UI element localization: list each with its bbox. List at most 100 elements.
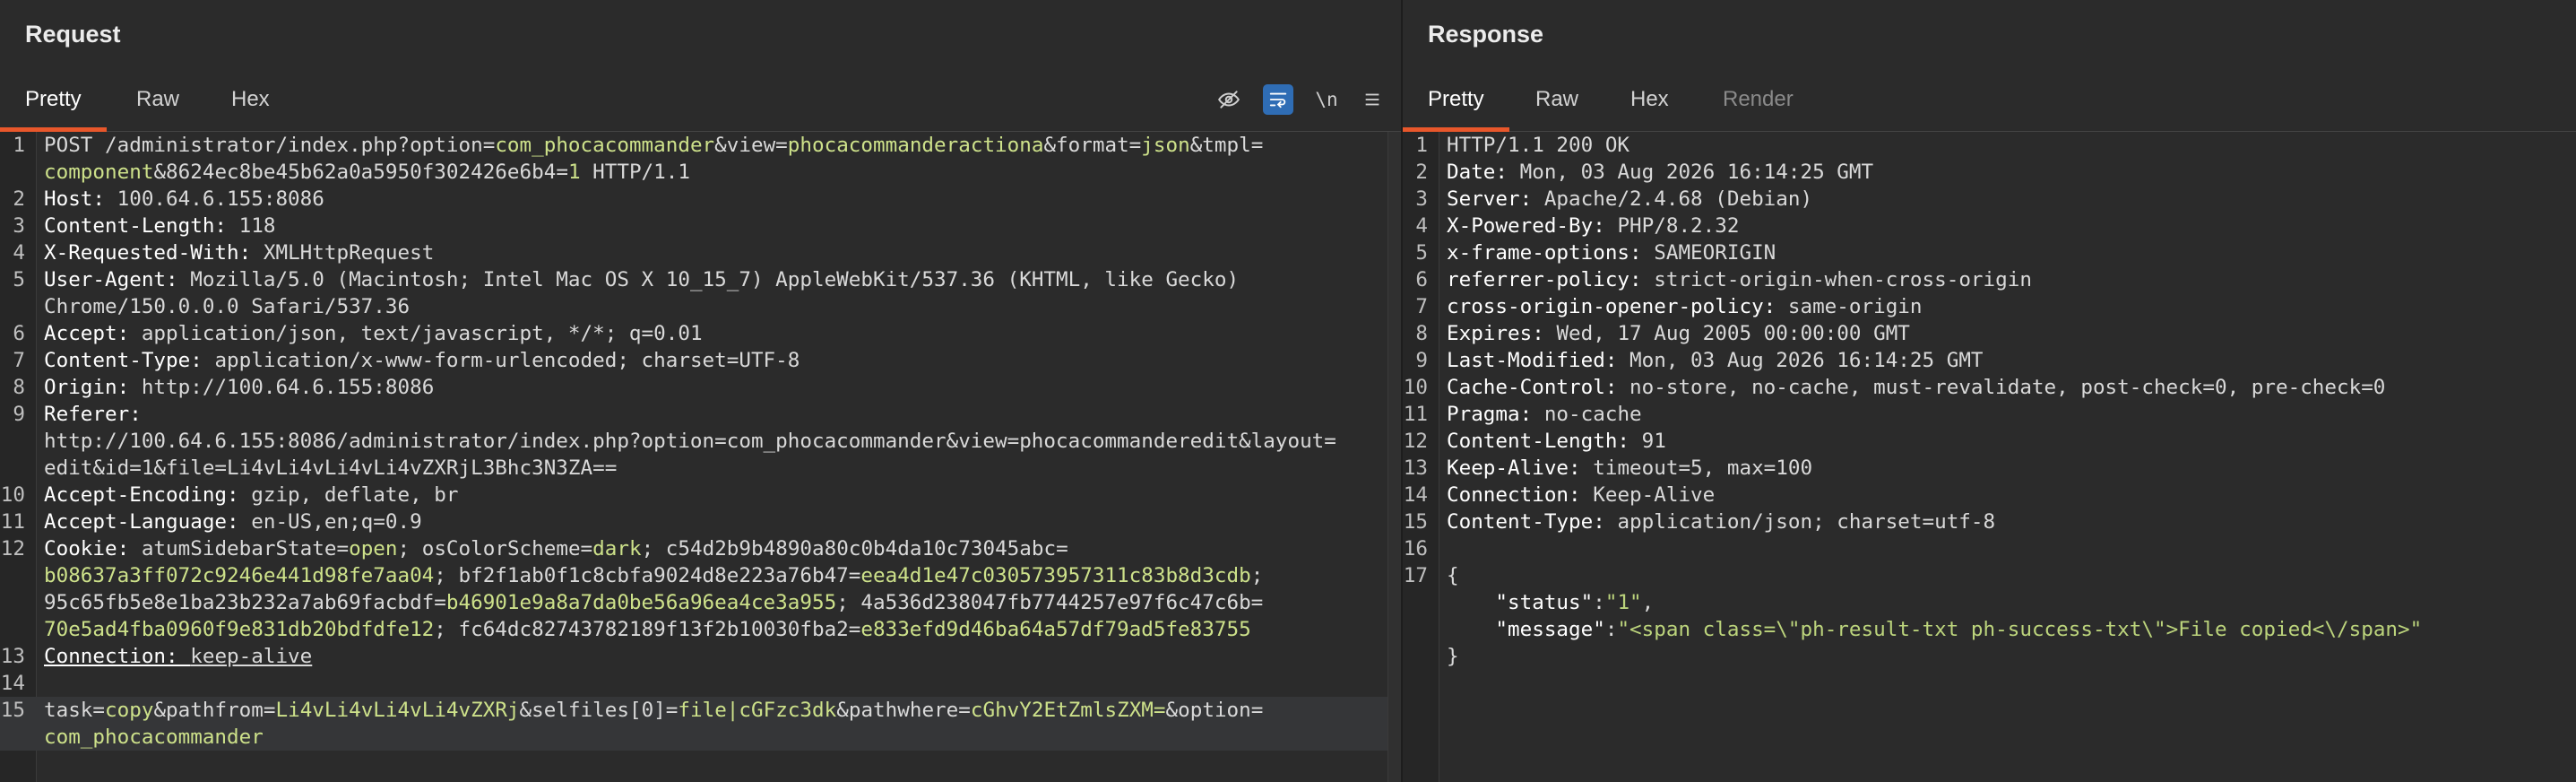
request-line: edit&id=1&file=Li4vLi4vLi4vLi4vZXRjL3Bhc…: [0, 455, 1401, 482]
request-line: 4 X-Requested-With: XMLHttpRequest: [0, 239, 1401, 266]
line-number: 1: [1415, 134, 1428, 157]
line-text: Cookie: atumSidebarState=open; osColorSc…: [44, 537, 1068, 560]
show-newlines-button[interactable]: \n: [1311, 84, 1342, 115]
line-number: 12: [0, 537, 25, 560]
line-text: Last-Modified: Mon, 03 Aug 2026 16:14:25…: [1447, 349, 1984, 372]
request-pane: Request Pretty Raw Hex \n 1 POST /admini…: [0, 0, 1401, 782]
tab-response-raw[interactable]: Raw: [1535, 66, 1578, 131]
line-number: 4: [1415, 214, 1428, 238]
response-line: 13 Keep-Alive: timeout=5, max=100: [1403, 455, 2576, 482]
line-number: 10: [0, 483, 25, 507]
line-text: X-Requested-With: XMLHttpRequest: [44, 241, 435, 265]
request-line: 12 Cookie: atumSidebarState=open; osColor…: [0, 535, 1401, 562]
line-number: 2: [1415, 161, 1428, 184]
line-number: 14: [1403, 483, 1428, 507]
wrap-icon: [1269, 92, 1287, 109]
response-line: 3 Server: Apache/2.4.68 (Debian): [1403, 186, 2576, 213]
response-line: 1 HTTP/1.1 200 OK: [1403, 132, 2576, 159]
wrap-lines-button[interactable]: [1263, 84, 1293, 115]
line-text: HTTP/1.1 200 OK: [1447, 134, 1630, 157]
line-text: referrer-policy: strict-origin-when-cros…: [1447, 268, 2032, 291]
line-number: 11: [1403, 403, 1428, 426]
line-number: 2: [13, 187, 25, 211]
line-text: 95c65fb5e8e1ba23b232a7ab69facbdf=b46901e…: [44, 591, 1264, 614]
request-line: 14: [0, 670, 1401, 697]
response-line: 4 X-Powered-By: PHP/8.2.32: [1403, 213, 2576, 239]
response-line: "status":"1",: [1403, 589, 2576, 616]
line-text: Accept: application/json, text/javascrip…: [44, 322, 703, 345]
line-number: 3: [13, 214, 25, 238]
line-text: Origin: http://100.64.6.155:8086: [44, 376, 435, 399]
request-line: 1 POST /administrator/index.php?option=co…: [0, 132, 1401, 159]
request-scrollbar[interactable]: [1387, 132, 1401, 782]
line-text: x-frame-options: SAMEORIGIN: [1447, 241, 1776, 265]
line-text: Date: Mon, 03 Aug 2026 16:14:25 GMT: [1447, 161, 1874, 184]
line-text: Cache-Control: no-store, no-cache, must-…: [1447, 376, 2386, 399]
line-number: 6: [13, 322, 25, 345]
line-number: 8: [1415, 322, 1428, 345]
request-line: 10 Accept-Encoding: gzip, deflate, br: [0, 482, 1401, 508]
tab-request-pretty[interactable]: Pretty: [0, 66, 107, 132]
tab-response-hex[interactable]: Hex: [1630, 66, 1669, 131]
line-text: Keep-Alive: timeout=5, max=100: [1447, 456, 1813, 480]
line-text: Server: Apache/2.4.68 (Debian): [1447, 187, 1813, 211]
hide-non-printable-button[interactable]: [1214, 84, 1244, 115]
response-editor[interactable]: 1 HTTP/1.1 200 OK 2 Date: Mon, 03 Aug 2026 …: [1403, 132, 2576, 782]
menu-icon: [1365, 93, 1379, 106]
line-text: "message":"<span class=\"ph-result-txt p…: [1447, 618, 2423, 641]
request-editor[interactable]: 1 POST /administrator/index.php?option=co…: [0, 132, 1401, 782]
line-number: 6: [1415, 268, 1428, 291]
line-number: 12: [1403, 430, 1428, 453]
line-number: 5: [1415, 241, 1428, 265]
line-number: 7: [1415, 295, 1428, 318]
line-number: 8: [13, 376, 25, 399]
line-text: Content-Type: application/x-www-form-url…: [44, 349, 800, 372]
tab-response-pretty[interactable]: Pretty: [1403, 66, 1509, 132]
line-text: Chrome/150.0.0.0 Safari/537.36: [44, 295, 411, 318]
request-line: 6 Accept: application/json, text/javascri…: [0, 320, 1401, 347]
request-line: 9 Referer:: [0, 401, 1401, 428]
tab-response-render[interactable]: Render: [1723, 66, 1794, 131]
response-line: 12 Content-Length: 91: [1403, 428, 2576, 455]
request-line: 70e5ad4fba0960f9e831db20bdfdfe12; fc64dc…: [0, 616, 1401, 643]
request-tabs: Pretty Raw Hex \n: [0, 66, 1401, 132]
line-text: com_phocacommander: [44, 726, 264, 749]
line-number: 5: [13, 268, 25, 291]
line-number: 9: [13, 403, 25, 426]
line-text: Accept-Language: en-US,en;q=0.9: [44, 510, 422, 534]
line-text: Host: 100.64.6.155:8086: [44, 187, 324, 211]
response-line: }: [1403, 643, 2576, 670]
response-line: 14 Connection: Keep-Alive: [1403, 482, 2576, 508]
request-line: com_phocacommander: [0, 724, 1401, 751]
line-number: 13: [1403, 456, 1428, 480]
line-text: edit&id=1&file=Li4vLi4vLi4vLi4vZXRjL3Bhc…: [44, 456, 618, 480]
line-number: 7: [13, 349, 25, 372]
response-pane: Response Pretty Raw Hex Render 1 HTTP/1.1…: [1401, 0, 2576, 782]
tab-request-hex[interactable]: Hex: [231, 66, 270, 131]
response-title: Response: [1428, 21, 1544, 48]
line-text: b08637a3ff072c9246e441d98fe7aa04; bf2f1a…: [44, 564, 1264, 587]
line-text: Accept-Encoding: gzip, deflate, br: [44, 483, 459, 507]
line-text: Connection: Keep-Alive: [1447, 483, 1716, 507]
line-number: 4: [13, 241, 25, 265]
line-number: 1: [13, 134, 25, 157]
line-text: Content-Length: 91: [1447, 430, 1666, 453]
response-line: 10 Cache-Control: no-store, no-cache, mus…: [1403, 374, 2576, 401]
pane-menu-button[interactable]: [1357, 84, 1387, 115]
request-line: http://100.64.6.155:8086/administrator/i…: [0, 428, 1401, 455]
line-number: 10: [1403, 376, 1428, 399]
line-text: "status":"1",: [1447, 591, 1655, 614]
request-line: 11 Accept-Language: en-US,en;q=0.9: [0, 508, 1401, 535]
line-text: 70e5ad4fba0960f9e831db20bdfdfe12; fc64dc…: [44, 618, 1251, 641]
response-line: 17{: [1403, 562, 2576, 589]
response-line: 6 referrer-policy: strict-origin-when-cro…: [1403, 266, 2576, 293]
tab-request-raw[interactable]: Raw: [136, 66, 179, 131]
response-line: "message":"<span class=\"ph-result-txt p…: [1403, 616, 2576, 643]
response-line: 9 Last-Modified: Mon, 03 Aug 2026 16:14:2…: [1403, 347, 2576, 374]
response-line: 8 Expires: Wed, 17 Aug 2005 00:00:00 GMT: [1403, 320, 2576, 347]
request-line: 13 Connection: keep-alive: [0, 643, 1401, 670]
line-number: 17: [1403, 564, 1428, 587]
response-line: 2 Date: Mon, 03 Aug 2026 16:14:25 GMT: [1403, 159, 2576, 186]
request-title: Request: [25, 21, 121, 48]
line-number: 16: [1403, 537, 1428, 560]
